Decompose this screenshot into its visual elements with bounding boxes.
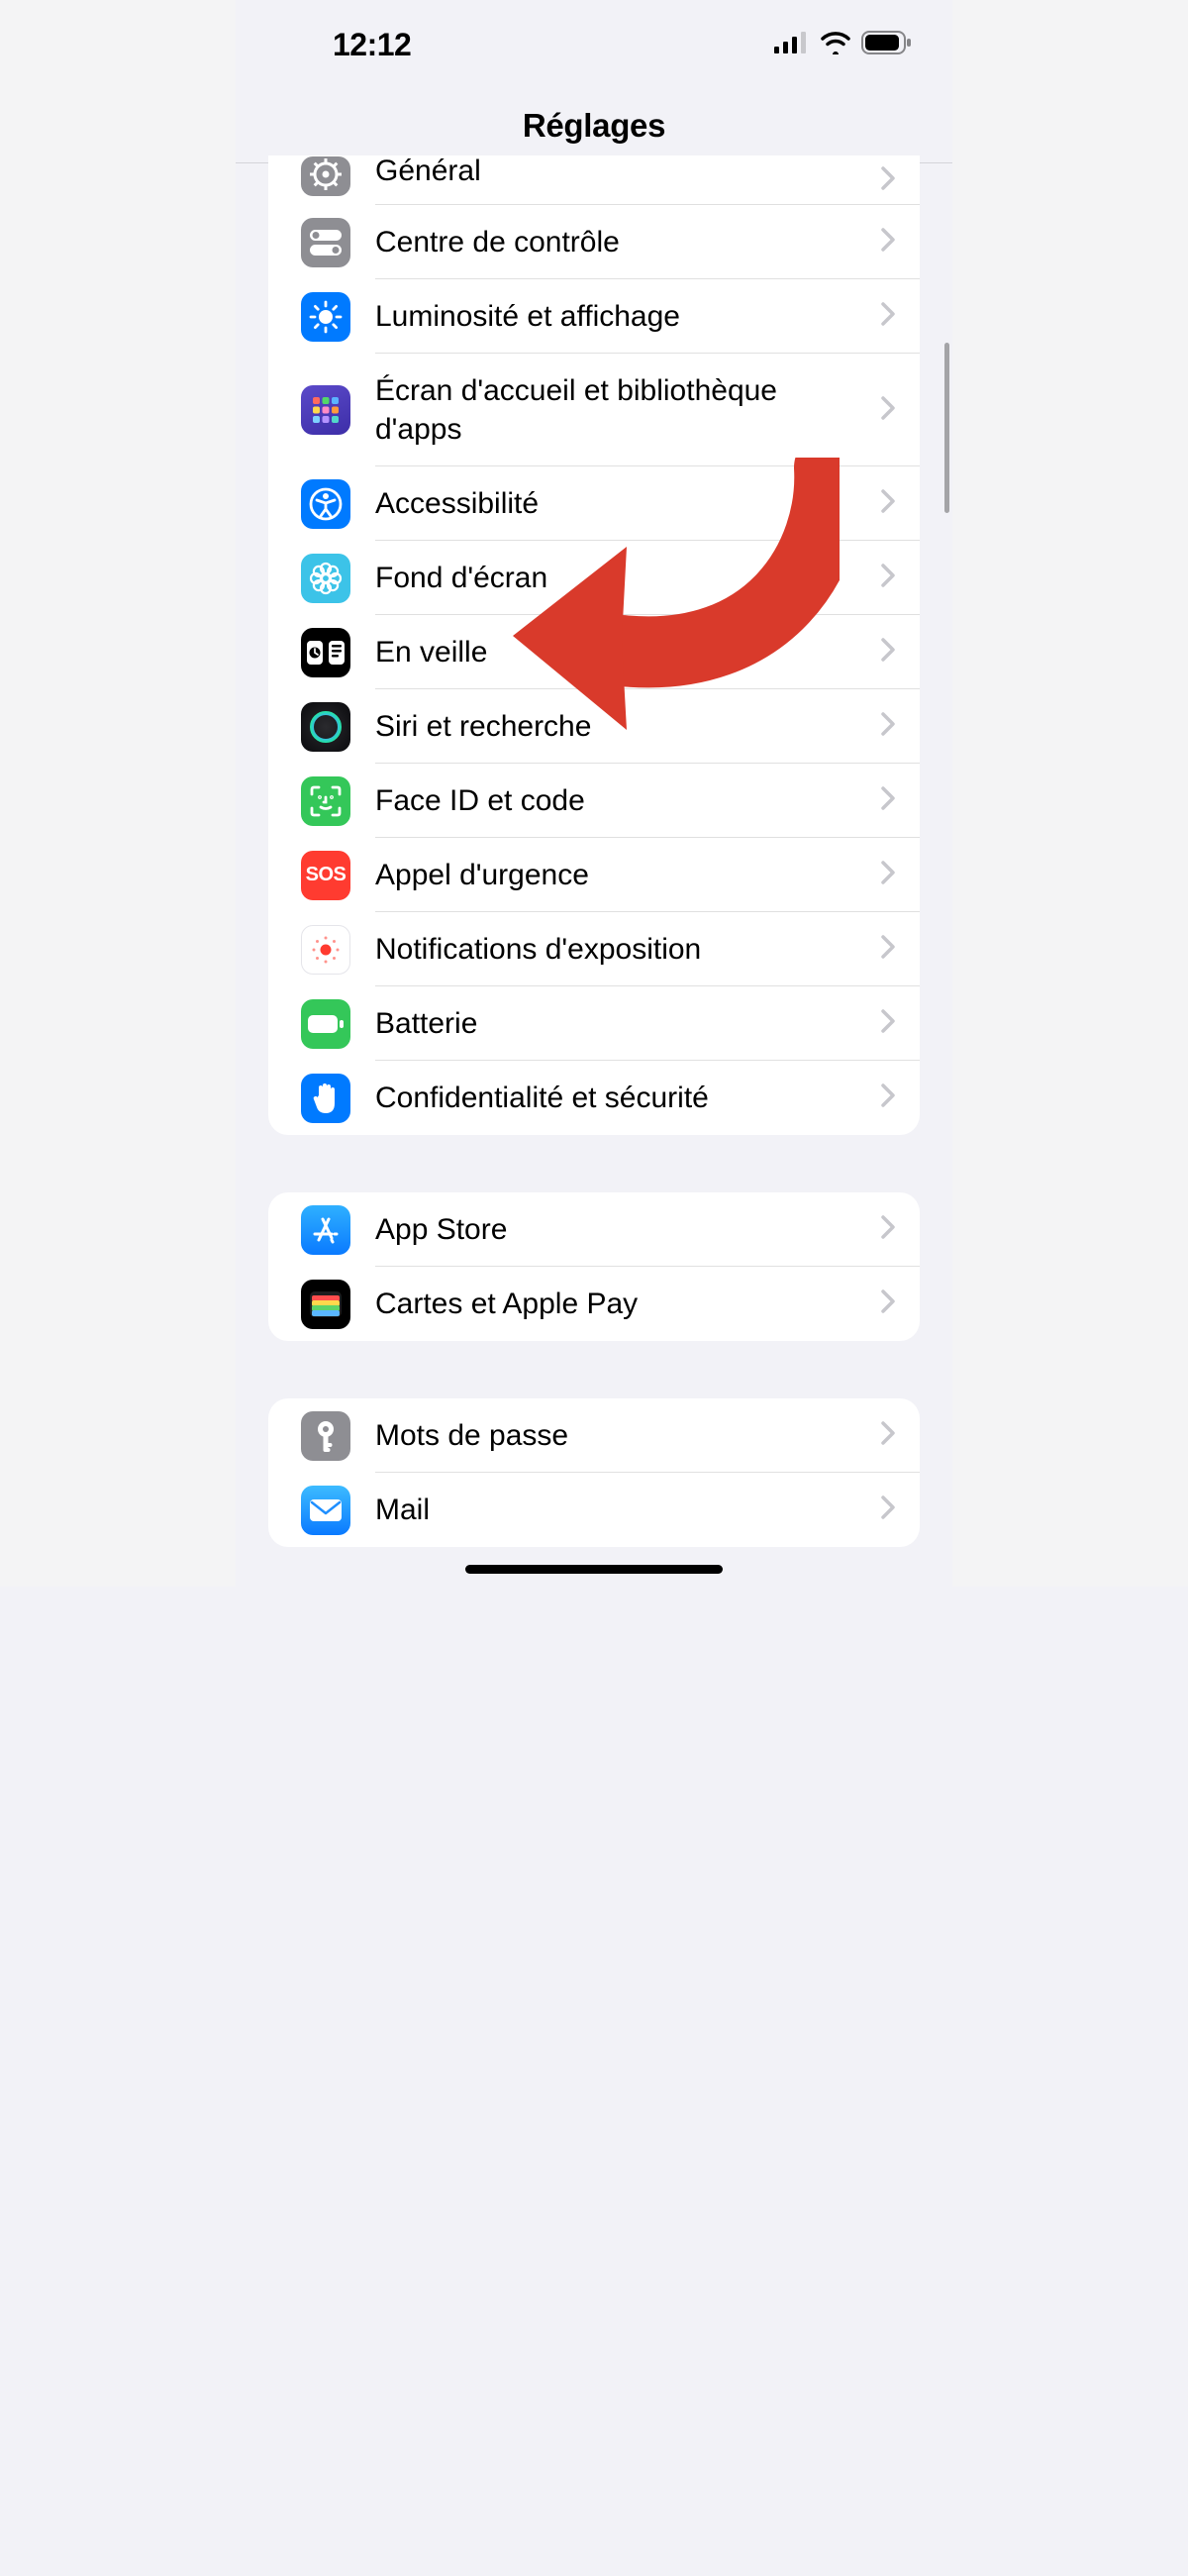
mail-icon — [301, 1486, 350, 1535]
wallet-icon — [301, 1280, 350, 1329]
row-label: Mots de passe — [375, 1398, 871, 1473]
row-label: Luminosité et affichage — [375, 279, 871, 354]
row-siri[interactable]: Siri et recherche — [268, 689, 920, 764]
appstore-icon — [301, 1205, 350, 1255]
sos-icon: SOS — [301, 851, 350, 900]
chevron-right-icon — [881, 712, 895, 741]
row-label: Confidentialité et sécurité — [375, 1061, 871, 1135]
battery-full-icon — [301, 999, 350, 1049]
chevron-right-icon — [881, 1421, 895, 1450]
chevron-right-icon — [881, 1083, 895, 1112]
chevron-right-icon — [881, 564, 895, 592]
row-label: Batterie — [375, 986, 871, 1061]
row-label: Notifications d'exposition — [375, 912, 871, 986]
nav-header: Réglages — [236, 89, 952, 163]
chevron-right-icon — [881, 1215, 895, 1244]
row-wallpaper[interactable]: Fond d'écran — [268, 541, 920, 615]
chevron-right-icon — [881, 489, 895, 518]
row-label: Fond d'écran — [375, 541, 871, 615]
chevron-right-icon — [881, 861, 895, 889]
chevron-right-icon — [881, 1009, 895, 1038]
row-label: Cartes et Apple Pay — [375, 1267, 871, 1341]
settings-group-1: Général Centre de contrôle Luminosité et… — [268, 155, 920, 1135]
row-appstore[interactable]: App Store — [268, 1192, 920, 1267]
row-label: Général — [375, 155, 871, 198]
status-icons — [774, 31, 913, 59]
row-label: Appel d'urgence — [375, 838, 871, 912]
app-grid-icon — [301, 385, 350, 435]
page-title: Réglages — [523, 107, 665, 145]
sun-icon — [301, 292, 350, 342]
chevron-right-icon — [881, 228, 895, 257]
phone-frame: 12:12 — [236, 0, 952, 1587]
chevron-right-icon — [881, 396, 895, 425]
row-standby[interactable]: En veille — [268, 615, 920, 689]
row-battery[interactable]: Batterie — [268, 986, 920, 1061]
status-time: 12:12 — [333, 27, 411, 63]
chevron-right-icon — [881, 302, 895, 331]
faceid-icon — [301, 776, 350, 826]
chevron-right-icon — [881, 1495, 895, 1524]
row-general[interactable]: Général — [268, 155, 920, 205]
row-label: En veille — [375, 615, 871, 689]
row-privacy[interactable]: Confidentialité et sécurité — [268, 1061, 920, 1135]
accessibility-icon — [301, 479, 350, 529]
toggles-icon — [301, 218, 350, 267]
flower-icon — [301, 554, 350, 603]
row-label: Face ID et code — [375, 764, 871, 838]
row-faceid[interactable]: Face ID et code — [268, 764, 920, 838]
chevron-right-icon — [881, 166, 895, 195]
row-sos[interactable]: SOS Appel d'urgence — [268, 838, 920, 912]
row-control-center[interactable]: Centre de contrôle — [268, 205, 920, 279]
row-label: Siri et recherche — [375, 689, 871, 764]
row-passwords[interactable]: Mots de passe — [268, 1398, 920, 1473]
status-bar: 12:12 — [236, 0, 952, 89]
settings-content: Général Centre de contrôle Luminosité et… — [236, 155, 952, 1587]
chevron-right-icon — [881, 638, 895, 667]
scroll-indicator[interactable] — [944, 343, 949, 513]
row-label: Accessibilité — [375, 466, 871, 541]
home-indicator[interactable] — [465, 1565, 723, 1574]
row-label: Écran d'accueil et bibliothèque d'apps — [375, 354, 871, 466]
settings-group-3: Mots de passe Mail — [268, 1398, 920, 1547]
exposure-icon — [301, 925, 350, 975]
wifi-icon — [820, 31, 851, 59]
settings-group-2: App Store Cartes et Apple Pay — [268, 1192, 920, 1341]
battery-icon — [861, 31, 913, 59]
standby-icon — [301, 628, 350, 677]
chevron-right-icon — [881, 935, 895, 964]
row-mail[interactable]: Mail — [268, 1473, 920, 1547]
row-accessibility[interactable]: Accessibilité — [268, 466, 920, 541]
row-home-screen[interactable]: Écran d'accueil et bibliothèque d'apps — [268, 354, 920, 466]
key-icon — [301, 1411, 350, 1461]
siri-icon — [301, 702, 350, 752]
gear-icon — [301, 156, 350, 196]
row-wallet[interactable]: Cartes et Apple Pay — [268, 1267, 920, 1341]
hand-icon — [301, 1074, 350, 1123]
row-label: App Store — [375, 1192, 871, 1267]
sos-text: SOS — [306, 864, 346, 886]
cellular-icon — [774, 32, 810, 58]
row-label: Mail — [375, 1473, 871, 1547]
row-label: Centre de contrôle — [375, 205, 871, 279]
row-display[interactable]: Luminosité et affichage — [268, 279, 920, 354]
chevron-right-icon — [881, 1289, 895, 1318]
chevron-right-icon — [881, 786, 895, 815]
row-exposure[interactable]: Notifications d'exposition — [268, 912, 920, 986]
